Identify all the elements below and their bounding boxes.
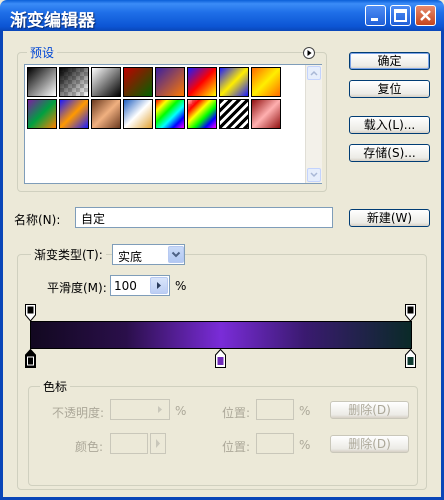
chevron-right-icon — [158, 406, 162, 413]
color-label: 颜色: — [75, 440, 104, 454]
color-stop[interactable] — [25, 349, 37, 368]
dropdown-button[interactable] — [168, 246, 184, 263]
opacity-label: 不透明度: — [52, 406, 105, 420]
color-stops-track[interactable] — [25, 349, 416, 369]
preset-swatch[interactable] — [251, 99, 281, 129]
opacity-field[interactable] — [110, 399, 170, 420]
color-location-label: 位置: — [222, 440, 251, 454]
minimize-icon — [371, 18, 378, 21]
delete-color-stop-button[interactable]: 删除(D) — [330, 435, 409, 453]
chevron-down-icon — [171, 251, 181, 258]
preset-swatch[interactable] — [91, 99, 121, 129]
window-title: 渐变编辑器 — [10, 11, 95, 31]
smoothness-label: 平滑度(M): — [47, 281, 107, 295]
chevron-right-icon — [156, 439, 160, 448]
color-stop[interactable] — [215, 349, 227, 368]
chevron-right-icon — [157, 282, 161, 289]
smoothness-field[interactable]: 100 — [110, 275, 170, 296]
color-location-field[interactable] — [256, 433, 294, 454]
opacity-location-field[interactable] — [256, 399, 294, 420]
preset-swatch[interactable] — [123, 67, 153, 97]
save-button[interactable]: 存储(S)... — [349, 144, 430, 162]
preset-swatch[interactable] — [59, 99, 89, 129]
close-button[interactable] — [415, 5, 436, 26]
ok-button[interactable]: 确定 — [349, 52, 430, 70]
preset-swatch[interactable] — [91, 67, 121, 97]
gradient-type-label: 渐变类型(T): — [31, 246, 106, 263]
new-button[interactable]: 新建(W) — [349, 209, 430, 227]
gradient-preview-bar[interactable] — [30, 321, 412, 349]
smoothness-slider-button[interactable] — [150, 277, 168, 294]
stops-group-label: 色标 — [40, 378, 71, 395]
color-location-unit: % — [299, 438, 311, 452]
minimize-button[interactable] — [365, 5, 386, 26]
smoothness-unit: % — [175, 279, 187, 293]
preset-swatch[interactable] — [155, 99, 185, 129]
opacity-stop-start[interactable] — [25, 304, 37, 322]
opacity-location-label: 位置: — [222, 406, 251, 420]
opacity-location-unit: % — [299, 404, 311, 418]
load-button[interactable]: 载入(L)... — [349, 116, 430, 134]
close-icon — [420, 10, 431, 21]
preset-swatch[interactable] — [187, 67, 217, 97]
presets-scrollbar[interactable] — [305, 65, 322, 183]
color-picker-button[interactable] — [150, 433, 166, 454]
preset-swatch[interactable] — [251, 67, 281, 97]
scroll-down-button[interactable] — [307, 168, 321, 182]
preset-swatch[interactable] — [219, 99, 249, 129]
scroll-up-button[interactable] — [307, 66, 321, 80]
color-stop[interactable] — [405, 349, 417, 368]
chevron-down-icon — [310, 172, 318, 178]
opacity-unit: % — [175, 404, 187, 418]
gradient-type-value: 实底 — [118, 250, 143, 264]
preset-swatch[interactable] — [219, 67, 249, 97]
color-swatch-field[interactable] — [110, 433, 148, 454]
smoothness-value: 100 — [114, 279, 137, 293]
presets-label: 预设 — [27, 44, 58, 61]
chevron-up-icon — [310, 70, 318, 76]
preset-swatch[interactable] — [123, 99, 153, 129]
reset-button[interactable]: 复位 — [349, 80, 430, 98]
preset-swatch[interactable] — [187, 99, 217, 129]
play-icon — [307, 50, 312, 56]
name-label: 名称(N): — [14, 213, 61, 227]
maximize-icon — [394, 9, 407, 22]
preset-swatch[interactable] — [27, 67, 57, 97]
delete-opacity-stop-button[interactable]: 删除(D) — [330, 401, 409, 419]
preset-swatch[interactable] — [155, 67, 185, 97]
maximize-button[interactable] — [390, 5, 411, 26]
presets-menu-button[interactable] — [303, 47, 315, 59]
presets-list[interactable] — [24, 64, 322, 184]
preset-swatch[interactable] — [27, 99, 57, 129]
gradient-type-select[interactable]: 实底 — [112, 244, 185, 265]
opacity-stop-end[interactable] — [405, 304, 417, 322]
preset-swatch[interactable] — [59, 67, 89, 97]
name-field[interactable]: 自定 — [75, 207, 333, 228]
